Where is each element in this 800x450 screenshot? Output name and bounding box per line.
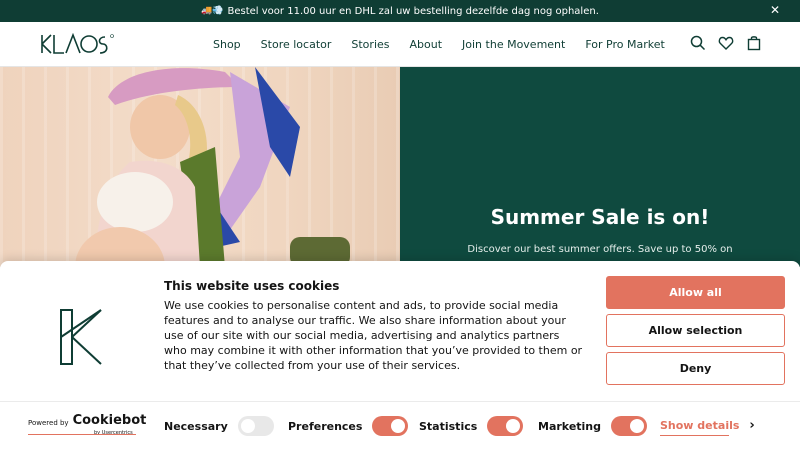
nav-for-pro-market[interactable]: For Pro Market bbox=[585, 38, 664, 51]
cookie-description: We use cookies to personalise content an… bbox=[164, 299, 583, 372]
klaos-logo[interactable] bbox=[40, 33, 116, 55]
cookiebot-wordmark: Cookiebot bbox=[72, 413, 147, 428]
nav-shop[interactable]: Shop bbox=[213, 38, 241, 51]
main-nav: Shop Store locator Stories About Join th… bbox=[213, 22, 685, 67]
toggle-preferences: Preferences bbox=[288, 416, 409, 436]
necessary-switch bbox=[237, 416, 274, 436]
usercentrics-label: by Usercentrics bbox=[94, 430, 133, 436]
toggle-label: Preferences bbox=[288, 419, 363, 433]
chevron-right-icon: › bbox=[749, 418, 755, 433]
brand-k-logo bbox=[60, 309, 102, 365]
allow-all-button[interactable]: Allow all bbox=[606, 276, 785, 309]
nav-stories[interactable]: Stories bbox=[351, 38, 389, 51]
toggle-marketing: Marketing bbox=[538, 416, 648, 436]
statistics-switch[interactable] bbox=[487, 416, 524, 436]
divider bbox=[0, 401, 800, 402]
toggle-label: Marketing bbox=[538, 419, 602, 433]
powered-by-label: Powered by bbox=[28, 419, 69, 427]
badge-underline bbox=[28, 434, 136, 435]
hero-image bbox=[0, 67, 400, 267]
toggle-statistics: Statistics bbox=[419, 416, 524, 436]
cookiebot-badge[interactable]: Powered by Cookiebot by Usercentrics bbox=[28, 413, 147, 436]
cookie-title: This website uses cookies bbox=[164, 279, 340, 293]
nav-join-the-movement[interactable]: Join the Movement bbox=[462, 38, 565, 51]
close-icon[interactable]: ✕ bbox=[770, 3, 780, 17]
deny-button[interactable]: Deny bbox=[606, 352, 785, 385]
cookie-consent-dialog: This website uses cookies We use cookies… bbox=[0, 261, 800, 450]
toggle-necessary: Necessary bbox=[164, 416, 274, 436]
show-details-label: Show details bbox=[660, 419, 740, 432]
nav-about[interactable]: About bbox=[410, 38, 443, 51]
search-icon[interactable] bbox=[690, 35, 706, 51]
toggle-label: Necessary bbox=[164, 419, 228, 433]
bag-icon[interactable] bbox=[746, 35, 762, 51]
show-details-link[interactable]: Show details › bbox=[660, 418, 755, 433]
hero-promo-panel bbox=[400, 67, 800, 267]
allow-selection-button[interactable]: Allow selection bbox=[606, 314, 785, 347]
nav-store-locator[interactable]: Store locator bbox=[261, 38, 332, 51]
marketing-switch[interactable] bbox=[611, 416, 648, 436]
preferences-switch[interactable] bbox=[372, 416, 409, 436]
hero-subtitle: Discover our best summer offers. Save up… bbox=[467, 244, 733, 255]
site-header: Shop Store locator Stories About Join th… bbox=[0, 22, 800, 67]
heart-icon[interactable] bbox=[718, 35, 734, 51]
show-details-underline bbox=[660, 435, 729, 436]
announcement-text: Bestel voor 11.00 uur en DHL zal uw best… bbox=[227, 5, 599, 17]
toggle-label: Statistics bbox=[419, 419, 478, 433]
hero-title: Summer Sale is on! bbox=[490, 205, 710, 229]
announcement-bar: 🚚💨 Bestel voor 11.00 uur en DHL zal uw b… bbox=[0, 0, 800, 22]
delivery-truck-icon: 🚚💨 bbox=[201, 6, 224, 16]
